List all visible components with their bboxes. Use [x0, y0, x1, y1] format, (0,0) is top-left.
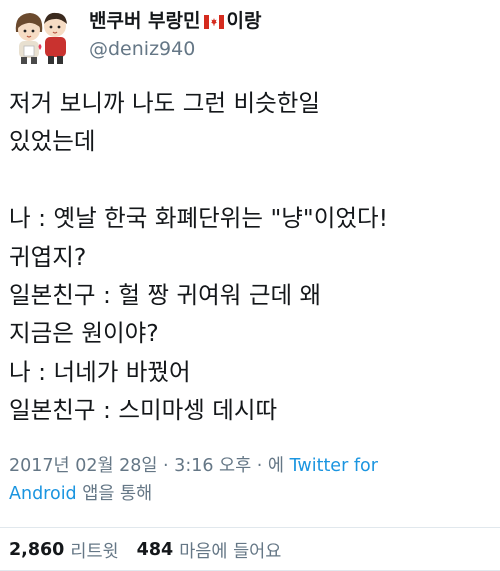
- tweet-line: 나 : 너네가 바꿨어: [9, 357, 191, 386]
- like-label[interactable]: 마음에 들어요: [179, 538, 281, 563]
- tweet-line: 나 : 옛날 한국 화폐단위는 "냥"이었다!: [9, 204, 388, 233]
- tweet-line: 지금은 원이야?: [9, 319, 159, 348]
- tweet-line: 일본친구 : 헐 짱 귀여워 근데 왜: [9, 280, 322, 309]
- tweet-timestamp[interactable]: 2017년 02월 28일 · 3:16 오후 · 에: [9, 456, 290, 476]
- tweet-meta: 2017년 02월 28일 · 3:16 오후 · 에 Twitter for A…: [9, 452, 495, 508]
- author-name-after: 이랑: [226, 9, 262, 32]
- divider: [0, 527, 500, 528]
- tweet-line: [9, 161, 495, 199]
- like-count[interactable]: 484: [137, 540, 174, 560]
- canada-flag-icon: [203, 12, 224, 29]
- source-suffix: 앱을 통해: [76, 484, 153, 504]
- author-handle[interactable]: @deniz940: [89, 38, 195, 60]
- author-name[interactable]: 밴쿠버 부랑민 이랑: [89, 6, 261, 32]
- retweet-count[interactable]: 2,860: [9, 540, 64, 560]
- cartoon-couple-avatar-icon: [15, 12, 67, 64]
- tweet-text: 저거 보니까 나도 그런 비슷한일 있었는데 나 : 옛날 한국 화폐단위는 "…: [9, 84, 495, 430]
- tweet-stats: 2,860 리트윗 484 마음에 들어요: [9, 536, 281, 564]
- author-name-before: 밴쿠버 부랑민: [89, 9, 201, 32]
- tweet-line: 있었는데: [9, 127, 96, 156]
- tweet-line: 저거 보니까 나도 그런 비슷한일: [9, 89, 320, 117]
- tweet-line: 귀엽지?: [9, 242, 87, 271]
- avatar[interactable]: [10, 6, 74, 66]
- source-link[interactable]: Twitter for: [290, 456, 378, 476]
- tweet-line: 일본친구 : 스미마셍 데시따: [9, 396, 278, 425]
- retweet-label[interactable]: 리트윗: [70, 538, 118, 563]
- source-link-cont[interactable]: Android: [9, 484, 77, 504]
